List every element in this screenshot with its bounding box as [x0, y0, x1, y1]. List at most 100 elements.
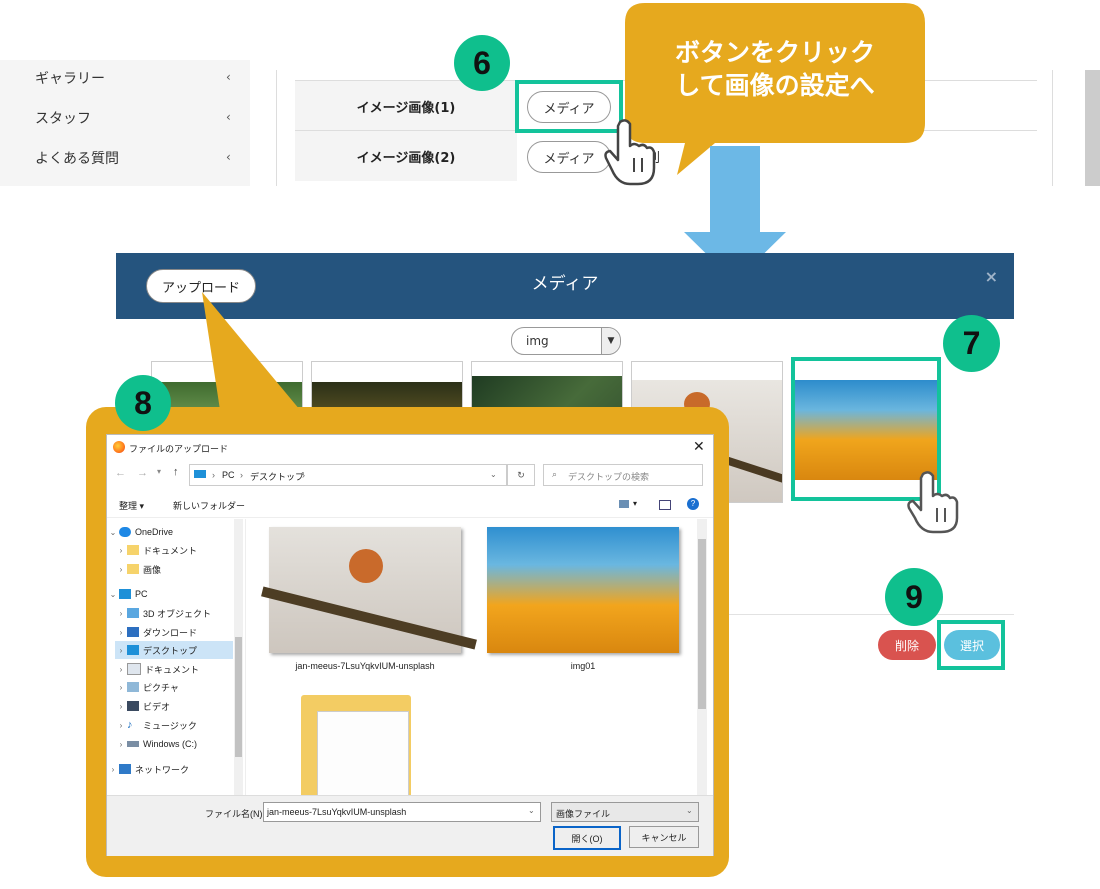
tree-item-documents-pc[interactable]: › ドキュメント [115, 660, 243, 678]
tree-item-videos[interactable]: › ビデオ [115, 697, 243, 715]
tree-item-onedrive[interactable]: ⌄ OneDrive [107, 523, 235, 541]
callout-pointer [202, 292, 300, 410]
chevron-right-icon: › [119, 664, 123, 674]
dialog-footer: ファイル名(N): jan-meeus-7LsuYqkvIUM-unsplash… [107, 795, 713, 856]
chevron-down-icon[interactable]: ▾ [633, 499, 637, 508]
divider [276, 70, 277, 186]
filetype-select[interactable]: 画像ファイル ⌄ [551, 802, 699, 822]
browser-icon [113, 441, 125, 453]
breadcrumb-sep: › [302, 470, 305, 480]
up-arrow-icon[interactable]: ↑ [173, 466, 179, 478]
chevron-down-icon[interactable]: ▾ [157, 467, 161, 476]
filetype-value: 画像ファイル [556, 809, 611, 819]
computer-icon [194, 470, 206, 478]
tree-label: ネットワーク [135, 764, 190, 775]
media-button-2[interactable]: メディア [527, 141, 611, 173]
row-label: イメージ画像(2) [295, 131, 517, 181]
scroll-thumb[interactable] [235, 637, 242, 757]
hand-pointer-icon [604, 119, 656, 186]
close-icon[interactable]: ✕ [693, 438, 705, 455]
chevron-right-icon: › [119, 682, 123, 692]
chevron-left-icon: ‹ [226, 70, 231, 84]
chevron-down-icon[interactable]: ⌄ [490, 470, 497, 479]
dialog-title: ファイルのアップロード [129, 444, 229, 454]
sidebar-item-gallery[interactable]: ギャラリー [35, 68, 105, 88]
footer-divider [716, 614, 1014, 615]
tree-label: 画像 [143, 564, 162, 575]
cancel-button[interactable]: キャンセル [629, 826, 699, 848]
tree-item-downloads[interactable]: › ダウンロード [115, 623, 243, 641]
file-scrollbar[interactable] [697, 519, 707, 795]
paper-shape [317, 711, 409, 795]
delete-button[interactable]: 削除 [878, 630, 936, 660]
tree-label: ピクチャ [143, 682, 179, 693]
chevron-down-icon: ⌄ [686, 806, 693, 815]
tree-item-network[interactable]: › ネットワーク [107, 760, 235, 778]
close-icon[interactable]: × [985, 267, 998, 286]
video-icon [127, 701, 139, 711]
tree-item-pc[interactable]: ⌄ PC [107, 585, 235, 603]
robin-shape [349, 549, 383, 583]
computer-icon [119, 589, 131, 599]
chevron-down-icon[interactable]: ⌄ [528, 806, 535, 815]
chevron-right-icon: › [119, 701, 123, 711]
organize-menu[interactable]: 整理 ▾ [119, 499, 144, 512]
tree-item-3d-objects[interactable]: › 3D オブジェクト [115, 604, 243, 622]
file-thumb-img01[interactable] [487, 527, 679, 653]
back-icon[interactable]: ← [115, 467, 126, 479]
chevron-right-icon: › [119, 545, 123, 555]
file-name[interactable]: jan-meeus-7LsuYqkvIUM-unsplash [269, 661, 461, 671]
file-upload-dialog: ファイルのアップロード ✕ ← → ▾ ↑ › PC › デスクトップ › ⌄ … [106, 434, 714, 856]
dialog-toolbar: 整理 ▾ 新しいフォルダー ▾ ? [107, 491, 713, 518]
chevron-right-icon: › [111, 764, 115, 774]
tree-scrollbar[interactable] [234, 519, 243, 795]
sidebar-item-faq[interactable]: よくある質問 [35, 148, 119, 168]
tree-label: Windows (C:) [143, 739, 198, 749]
tree-label: ダウンロード [143, 627, 198, 638]
chevron-right-icon: › [119, 645, 123, 655]
view-icon[interactable] [619, 500, 629, 508]
tree-label: OneDrive [135, 527, 174, 537]
filter-value: img [526, 334, 549, 348]
scroll-thumb[interactable] [698, 539, 706, 709]
filename-input[interactable]: jan-meeus-7LsuYqkvIUM-unsplash ⌄ [263, 802, 541, 822]
folder-icon[interactable] [301, 695, 431, 795]
search-box[interactable]: ⌕ デスクトップの検索 [543, 464, 703, 486]
tree-item-windows-c[interactable]: › Windows (C:) [115, 735, 243, 753]
address-bar[interactable]: › PC › デスクトップ › ⌄ [189, 464, 507, 486]
breadcrumb-pc[interactable]: PC [222, 470, 235, 480]
tree-item-documents[interactable]: › ドキュメント [115, 541, 243, 559]
chevron-down-icon: ⌄ [109, 589, 117, 599]
download-icon [127, 627, 139, 637]
preview-pane-icon[interactable] [659, 500, 671, 510]
refresh-icon[interactable]: ↻ [507, 464, 535, 486]
file-name[interactable]: img01 [487, 661, 679, 671]
tree-label: デスクトップ [143, 645, 198, 656]
tree-item-pictures[interactable]: › ピクチャ [115, 678, 243, 696]
forward-icon[interactable]: → [137, 467, 148, 479]
tree-item-music[interactable]: › ♪ ミュージック [115, 716, 243, 734]
filter-select[interactable]: img ▼ [511, 327, 621, 355]
folder-icon [127, 545, 139, 555]
tree-item-desktop[interactable]: › デスクトップ [115, 641, 233, 659]
help-icon[interactable]: ? [687, 498, 699, 510]
sidebar-item-staff[interactable]: スタッフ [35, 108, 91, 128]
breadcrumb-desktop[interactable]: デスクトップ [250, 470, 304, 483]
tree-label: ビデオ [143, 701, 171, 712]
chevron-left-icon: ‹ [226, 110, 231, 124]
tree-label: ドキュメント [143, 545, 198, 556]
open-button[interactable]: 開く(O) [553, 826, 621, 850]
callout-text: ボタンをクリック して画像の設定へ [625, 36, 925, 102]
chevron-left-icon: ‹ [226, 150, 231, 164]
desktop-icon [127, 645, 139, 655]
address-row: ← → ▾ ↑ › PC › デスクトップ › ⌄ ↻ ⌕ デスクトップの検索 [107, 461, 713, 487]
network-icon [119, 764, 131, 774]
file-thumb-robin[interactable] [261, 527, 477, 653]
dialog-titlebar: ファイルのアップロード ✕ [107, 435, 713, 459]
tree-item-images[interactable]: › 画像 [115, 560, 243, 578]
tree-label: ミュージック [143, 720, 197, 731]
new-folder-button[interactable]: 新しいフォルダー [173, 499, 245, 512]
hand-pointer-icon [907, 471, 959, 534]
chevron-right-icon: › [119, 608, 123, 618]
scrollbar[interactable] [1085, 70, 1100, 186]
